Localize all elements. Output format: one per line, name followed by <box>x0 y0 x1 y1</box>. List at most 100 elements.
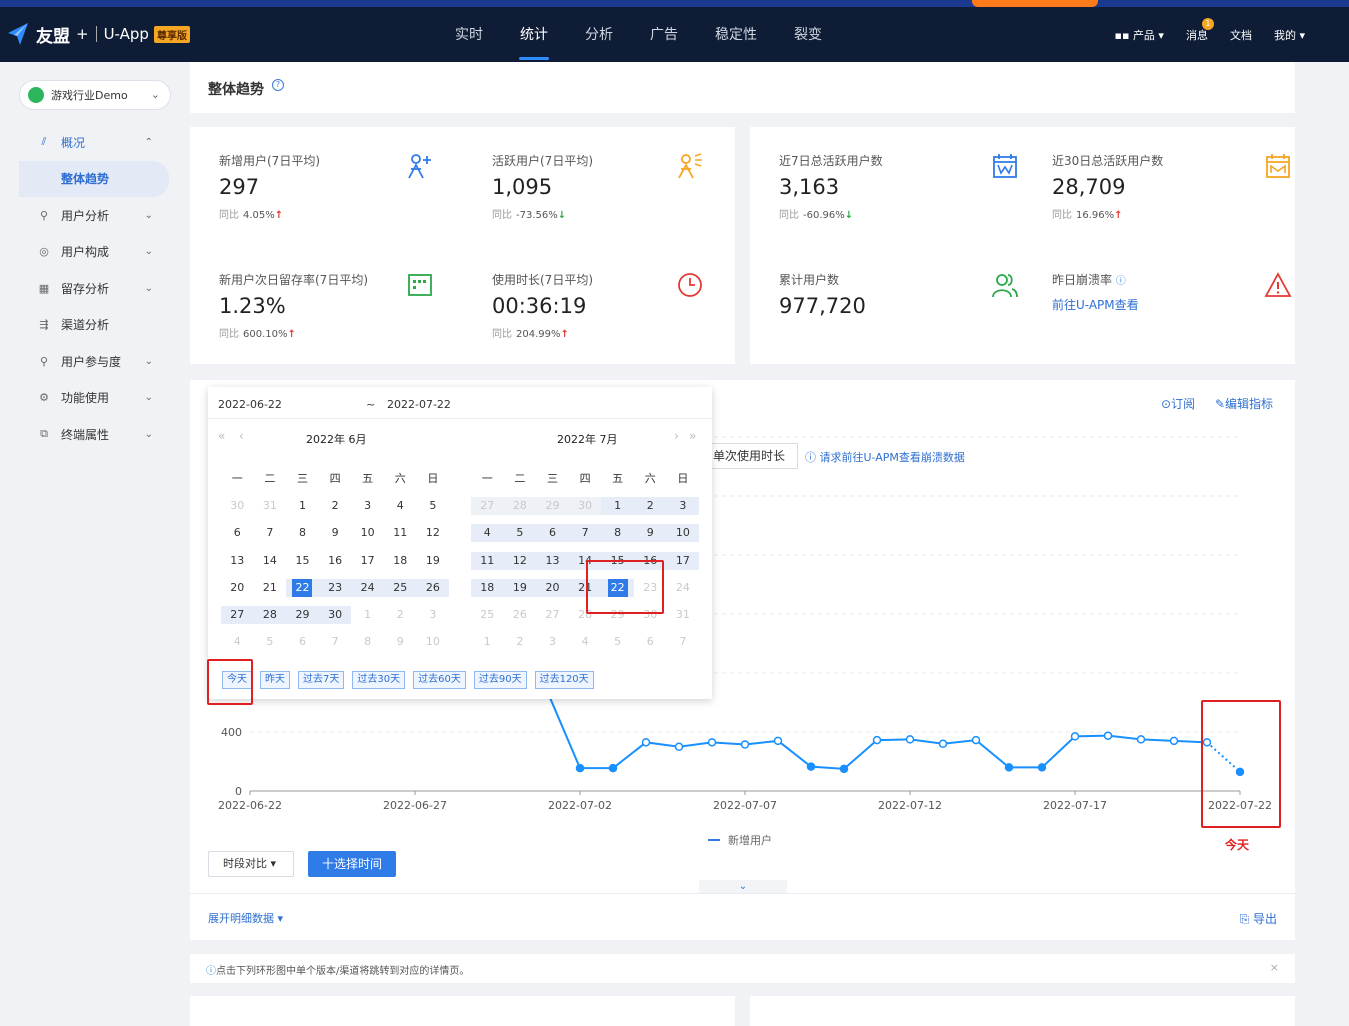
sidebar-item-overall-trend[interactable]: 整体趋势 <box>19 160 169 197</box>
account-menu[interactable]: 我的 ▾ <box>1274 27 1305 43</box>
calendar-day[interactable]: 3 <box>351 497 384 515</box>
calendar-day[interactable]: 14 <box>254 552 287 570</box>
calendar-day[interactable]: 17 <box>666 551 700 570</box>
calendar-day[interactable]: 2 <box>319 497 352 515</box>
calendar-day[interactable]: 1 <box>351 606 384 624</box>
nav-statistics[interactable]: 统计 <box>505 7 563 62</box>
calendar-day[interactable]: 1 <box>601 496 634 515</box>
calendar-day[interactable]: 1 <box>286 497 319 515</box>
calendar-day[interactable]: 24 <box>351 578 384 597</box>
calendar-day[interactable]: 4 <box>384 497 417 515</box>
apm-link[interactable]: 前往U-APM查看 <box>1052 296 1292 313</box>
calendar-day[interactable]: 27 <box>536 606 569 624</box>
calendar-day[interactable]: 8 <box>351 633 384 651</box>
nav-stability[interactable]: 稳定性 <box>700 7 772 62</box>
calendar-day[interactable]: 7 <box>319 633 352 651</box>
calendar-day[interactable]: 17 <box>351 552 384 570</box>
calendar-day[interactable]: 11 <box>384 524 417 542</box>
calendar-day[interactable]: 26 <box>416 578 450 597</box>
start-date-input[interactable]: 2022-06-22 <box>218 398 282 411</box>
quick-range-button[interactable]: 过去90天 <box>473 671 527 689</box>
logo[interactable]: 友盟 + U-App 尊享版 <box>6 21 190 47</box>
calendar-day[interactable]: 7 <box>568 524 602 543</box>
calendar-day[interactable]: 6 <box>221 524 254 542</box>
calendar-day[interactable]: 2 <box>504 633 537 651</box>
calendar-day[interactable]: 13 <box>221 552 254 570</box>
date-range-picker[interactable]: 2022-06-22 ~ 2022-07-22 « ‹ 2022年 6月 202… <box>208 387 712 699</box>
calendar-day[interactable]: 25 <box>471 606 504 624</box>
calendar-day[interactable]: 23 <box>318 578 352 597</box>
quick-range-button[interactable]: 昨天 <box>260 671 290 689</box>
calendar-day[interactable]: 12 <box>417 524 450 542</box>
prev-month-icon[interactable]: ‹ <box>239 429 244 443</box>
nav-ads[interactable]: 广告 <box>635 7 693 62</box>
close-icon[interactable]: × <box>1270 961 1279 974</box>
calendar-day[interactable]: 5 <box>254 633 287 651</box>
calendar-day[interactable]: 9 <box>384 633 417 651</box>
calendar-day[interactable]: 4 <box>471 524 504 543</box>
calendar-day[interactable]: 4 <box>569 633 602 651</box>
calendar-day[interactable]: 29 <box>286 606 319 625</box>
calendar-day[interactable]: 18 <box>471 578 504 597</box>
calendar-day[interactable]: 2 <box>384 606 417 624</box>
calendar-day[interactable]: 7 <box>667 633 700 651</box>
nav-fission[interactable]: 裂变 <box>779 7 837 62</box>
next-month-icon[interactable]: › <box>674 429 679 443</box>
sidebar-item-user-analysis[interactable]: ⚲ 用户分析 ⌄ <box>19 197 169 234</box>
calendar-day[interactable]: 9 <box>319 524 352 542</box>
calendar-day[interactable]: 18 <box>384 552 417 570</box>
sidebar-item-channel[interactable]: ⇶ 渠道分析 <box>19 307 169 344</box>
calendar-day[interactable]: 6 <box>286 633 319 651</box>
calendar-day[interactable]: 6 <box>536 524 569 543</box>
quick-range-button[interactable]: 过去30天 <box>352 671 406 689</box>
calendar-day[interactable]: 7 <box>254 524 287 542</box>
sidebar-item-feature-usage[interactable]: ⚙ 功能使用 ⌄ <box>19 380 169 417</box>
collapse-toggle[interactable]: ⌄ <box>699 880 787 894</box>
calendar-day[interactable]: 10 <box>417 633 450 651</box>
calendar-day[interactable]: 13 <box>536 551 569 570</box>
calendar-day[interactable]: 4 <box>221 633 254 651</box>
quick-range-button[interactable]: 过去60天 <box>413 671 466 689</box>
calendar-day[interactable]: 5 <box>503 524 537 543</box>
export-link[interactable]: ⎘ 导出 <box>1240 910 1277 927</box>
calendar-day[interactable]: 26 <box>504 606 537 624</box>
help-icon[interactable]: ⓘ <box>1116 276 1126 287</box>
calendar-day[interactable]: 1 <box>471 633 504 651</box>
calendar-day[interactable]: 30 <box>568 496 602 515</box>
calendar-day[interactable]: 21 <box>254 579 287 597</box>
sidebar-item-engagement[interactable]: ⚲ 用户参与度 ⌄ <box>19 343 169 380</box>
expand-details-link[interactable]: 展开明细数据 ▾ <box>208 910 283 926</box>
help-icon[interactable]: ? <box>272 79 284 91</box>
time-compare-dropdown[interactable]: 时段对比 ▾ <box>208 851 294 877</box>
calendar-day[interactable]: 2 <box>633 496 667 515</box>
calendar-day[interactable]: 3 <box>417 606 450 624</box>
calendar-day[interactable]: 10 <box>351 524 384 542</box>
quick-range-button[interactable]: 过去7天 <box>298 671 345 689</box>
app-selector[interactable]: 游戏行业Demo ⌄ <box>19 80 171 110</box>
calendar-day[interactable]: 3 <box>536 633 569 651</box>
calendar-day[interactable]: 5 <box>601 633 634 651</box>
sidebar-item-retention[interactable]: ▦ 留存分析 ⌄ <box>19 270 169 307</box>
sidebar-item-terminal[interactable]: ⧉ 终端属性 ⌄ <box>19 416 169 453</box>
promo-banner[interactable] <box>0 0 1349 7</box>
calendar-day[interactable]: 15 <box>286 552 319 570</box>
calendar-day[interactable]: 19 <box>417 552 450 570</box>
calendar-day[interactable]: 30 <box>221 497 254 515</box>
calendar-day[interactable]: 30 <box>318 606 352 625</box>
select-time-button[interactable]: 十选择时间 <box>308 851 396 877</box>
calendar-day[interactable]: 8 <box>286 524 319 542</box>
calendar-day[interactable]: 12 <box>503 551 537 570</box>
end-date-input[interactable]: 2022-07-22 <box>387 398 451 411</box>
sidebar-item-user-composition[interactable]: ◎ 用户构成 ⌄ <box>19 234 169 271</box>
docs-link[interactable]: 文档 <box>1230 27 1252 43</box>
prev-year-icon[interactable]: « <box>218 429 225 443</box>
calendar-day[interactable]: 22 <box>286 578 319 597</box>
calendar-day[interactable]: 5 <box>417 497 450 515</box>
sidebar-item-overview[interactable]: ⫽ 概况 ⌃ <box>19 124 169 161</box>
calendar-day[interactable]: 20 <box>536 578 569 597</box>
calendar-day[interactable]: 11 <box>471 551 504 570</box>
promo-button[interactable] <box>972 0 1098 7</box>
calendar-day[interactable]: 24 <box>667 579 700 597</box>
calendar-day[interactable]: 31 <box>667 606 700 624</box>
calendar-day[interactable]: 6 <box>634 633 667 651</box>
